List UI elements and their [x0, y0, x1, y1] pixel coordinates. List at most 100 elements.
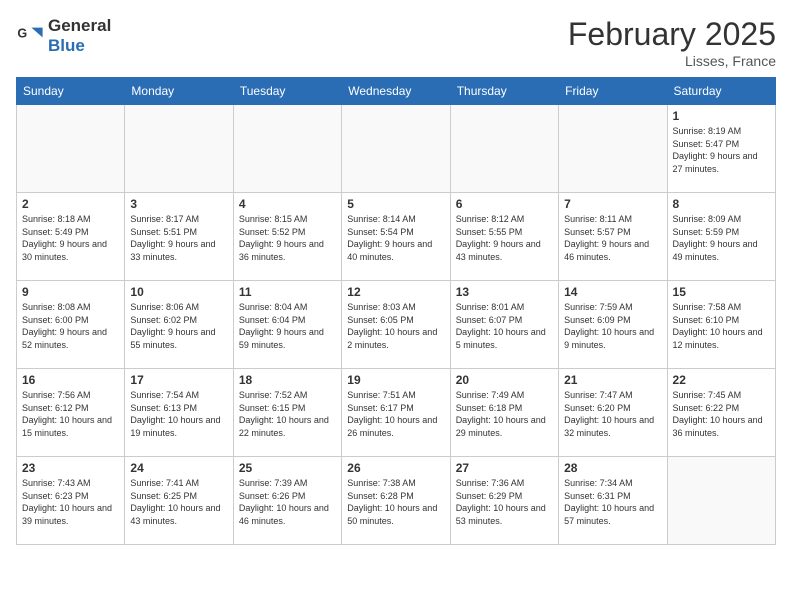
day-number: 7	[564, 197, 661, 211]
calendar-cell: 21 Sunrise: 7:47 AM Sunset: 6:20 PM Dayli…	[559, 369, 667, 457]
day-info: Sunrise: 8:17 AM Sunset: 5:51 PM Dayligh…	[130, 213, 227, 263]
calendar-cell: 9 Sunrise: 8:08 AM Sunset: 6:00 PM Daylig…	[17, 281, 125, 369]
calendar-cell: 3 Sunrise: 8:17 AM Sunset: 5:51 PM Daylig…	[125, 193, 233, 281]
calendar-cell: 1 Sunrise: 8:19 AM Sunset: 5:47 PM Daylig…	[667, 105, 775, 193]
svg-text:G: G	[17, 26, 27, 40]
day-number: 2	[22, 197, 119, 211]
day-number: 26	[347, 461, 444, 475]
calendar-cell: 26 Sunrise: 7:38 AM Sunset: 6:28 PM Dayli…	[342, 457, 450, 545]
calendar-cell: 13 Sunrise: 8:01 AM Sunset: 6:07 PM Dayli…	[450, 281, 558, 369]
day-number: 13	[456, 285, 553, 299]
day-info: Sunrise: 7:41 AM Sunset: 6:25 PM Dayligh…	[130, 477, 227, 527]
calendar-cell	[125, 105, 233, 193]
day-info: Sunrise: 7:56 AM Sunset: 6:12 PM Dayligh…	[22, 389, 119, 439]
calendar-cell: 11Sunrise: 8:04 AM Sunset: 6:04 PM Dayli…	[233, 281, 341, 369]
calendar-cell: 28 Sunrise: 7:34 AM Sunset: 6:31 PM Dayli…	[559, 457, 667, 545]
day-info: Sunrise: 7:54 AM Sunset: 6:13 PM Dayligh…	[130, 389, 227, 439]
calendar-cell: 6 Sunrise: 8:12 AM Sunset: 5:55 PM Daylig…	[450, 193, 558, 281]
day-info: Sunrise: 8:01 AM Sunset: 6:07 PM Dayligh…	[456, 301, 553, 351]
day-number: 15	[673, 285, 770, 299]
calendar-cell: 8 Sunrise: 8:09 AM Sunset: 5:59 PM Daylig…	[667, 193, 775, 281]
day-info: Sunrise: 8:08 AM Sunset: 6:00 PM Dayligh…	[22, 301, 119, 351]
day-number: 5	[347, 197, 444, 211]
calendar-cell: 18 Sunrise: 7:52 AM Sunset: 6:15 PM Dayli…	[233, 369, 341, 457]
calendar-cell: 2 Sunrise: 8:18 AM Sunset: 5:49 PM Daylig…	[17, 193, 125, 281]
calendar-cell	[667, 457, 775, 545]
day-number: 18	[239, 373, 336, 387]
calendar-week-row: 2 Sunrise: 8:18 AM Sunset: 5:49 PM Daylig…	[17, 193, 776, 281]
location-subtitle: Lisses, France	[568, 53, 776, 69]
calendar-cell: 22 Sunrise: 7:45 AM Sunset: 6:22 PM Dayli…	[667, 369, 775, 457]
day-info: Sunrise: 8:14 AM Sunset: 5:54 PM Dayligh…	[347, 213, 444, 263]
day-info: Sunrise: 8:03 AM Sunset: 6:05 PM Dayligh…	[347, 301, 444, 351]
calendar-cell: 4 Sunrise: 8:15 AM Sunset: 5:52 PM Daylig…	[233, 193, 341, 281]
weekday-header-friday: Friday	[559, 78, 667, 105]
day-number: 27	[456, 461, 553, 475]
day-info: Sunrise: 7:49 AM Sunset: 6:18 PM Dayligh…	[456, 389, 553, 439]
calendar-cell: 27Sunrise: 7:36 AM Sunset: 6:29 PM Dayli…	[450, 457, 558, 545]
day-number: 8	[673, 197, 770, 211]
calendar-cell	[342, 105, 450, 193]
day-info: Sunrise: 7:45 AM Sunset: 6:22 PM Dayligh…	[673, 389, 770, 439]
day-info: Sunrise: 8:15 AM Sunset: 5:52 PM Dayligh…	[239, 213, 336, 263]
day-number: 19	[347, 373, 444, 387]
calendar-cell	[233, 105, 341, 193]
weekday-header-thursday: Thursday	[450, 78, 558, 105]
day-info: Sunrise: 8:18 AM Sunset: 5:49 PM Dayligh…	[22, 213, 119, 263]
day-info: Sunrise: 7:52 AM Sunset: 6:15 PM Dayligh…	[239, 389, 336, 439]
calendar-cell: 16Sunrise: 7:56 AM Sunset: 6:12 PM Dayli…	[17, 369, 125, 457]
weekday-header-monday: Monday	[125, 78, 233, 105]
calendar-week-row: 23 Sunrise: 7:43 AM Sunset: 6:23 PM Dayli…	[17, 457, 776, 545]
calendar-cell: 23 Sunrise: 7:43 AM Sunset: 6:23 PM Dayli…	[17, 457, 125, 545]
day-number: 6	[456, 197, 553, 211]
day-number: 3	[130, 197, 227, 211]
day-info: Sunrise: 7:58 AM Sunset: 6:10 PM Dayligh…	[673, 301, 770, 351]
calendar-cell: 19Sunrise: 7:51 AM Sunset: 6:17 PM Dayli…	[342, 369, 450, 457]
page-header: G General Blue February 2025 Lisses, Fra…	[16, 16, 776, 69]
calendar-table: SundayMondayTuesdayWednesdayThursdayFrid…	[16, 77, 776, 545]
weekday-header-tuesday: Tuesday	[233, 78, 341, 105]
day-number: 12	[347, 285, 444, 299]
calendar-cell: 7 Sunrise: 8:11 AM Sunset: 5:57 PM Daylig…	[559, 193, 667, 281]
day-number: 23	[22, 461, 119, 475]
day-info: Sunrise: 7:34 AM Sunset: 6:31 PM Dayligh…	[564, 477, 661, 527]
logo-icon: G	[16, 22, 44, 50]
day-number: 9	[22, 285, 119, 299]
day-number: 17	[130, 373, 227, 387]
calendar-cell: 24Sunrise: 7:41 AM Sunset: 6:25 PM Dayli…	[125, 457, 233, 545]
title-block: February 2025 Lisses, France	[568, 16, 776, 69]
day-info: Sunrise: 8:09 AM Sunset: 5:59 PM Dayligh…	[673, 213, 770, 263]
weekday-header-saturday: Saturday	[667, 78, 775, 105]
day-number: 28	[564, 461, 661, 475]
day-info: Sunrise: 8:19 AM Sunset: 5:47 PM Dayligh…	[673, 125, 770, 175]
logo-blue: Blue	[48, 36, 85, 55]
day-number: 1	[673, 109, 770, 123]
calendar-cell: 20 Sunrise: 7:49 AM Sunset: 6:18 PM Dayli…	[450, 369, 558, 457]
day-number: 22	[673, 373, 770, 387]
day-info: Sunrise: 7:39 AM Sunset: 6:26 PM Dayligh…	[239, 477, 336, 527]
day-info: Sunrise: 8:04 AM Sunset: 6:04 PM Dayligh…	[239, 301, 336, 351]
calendar-cell: 5 Sunrise: 8:14 AM Sunset: 5:54 PM Daylig…	[342, 193, 450, 281]
calendar-cell: 25Sunrise: 7:39 AM Sunset: 6:26 PM Dayli…	[233, 457, 341, 545]
day-number: 10	[130, 285, 227, 299]
day-number: 21	[564, 373, 661, 387]
day-info: Sunrise: 7:47 AM Sunset: 6:20 PM Dayligh…	[564, 389, 661, 439]
calendar-week-row: 1 Sunrise: 8:19 AM Sunset: 5:47 PM Daylig…	[17, 105, 776, 193]
calendar-cell	[450, 105, 558, 193]
day-number: 14	[564, 285, 661, 299]
day-info: Sunrise: 7:38 AM Sunset: 6:28 PM Dayligh…	[347, 477, 444, 527]
day-info: Sunrise: 8:11 AM Sunset: 5:57 PM Dayligh…	[564, 213, 661, 263]
day-info: Sunrise: 7:43 AM Sunset: 6:23 PM Dayligh…	[22, 477, 119, 527]
calendar-cell: 12 Sunrise: 8:03 AM Sunset: 6:05 PM Dayli…	[342, 281, 450, 369]
day-info: Sunrise: 7:59 AM Sunset: 6:09 PM Dayligh…	[564, 301, 661, 351]
logo: G General Blue	[16, 16, 111, 56]
day-number: 4	[239, 197, 336, 211]
day-info: Sunrise: 8:12 AM Sunset: 5:55 PM Dayligh…	[456, 213, 553, 263]
weekday-header-wednesday: Wednesday	[342, 78, 450, 105]
weekday-header-sunday: Sunday	[17, 78, 125, 105]
day-number: 20	[456, 373, 553, 387]
calendar-week-row: 16Sunrise: 7:56 AM Sunset: 6:12 PM Dayli…	[17, 369, 776, 457]
calendar-cell: 14 Sunrise: 7:59 AM Sunset: 6:09 PM Dayli…	[559, 281, 667, 369]
calendar-cell	[17, 105, 125, 193]
weekday-header-row: SundayMondayTuesdayWednesdayThursdayFrid…	[17, 78, 776, 105]
